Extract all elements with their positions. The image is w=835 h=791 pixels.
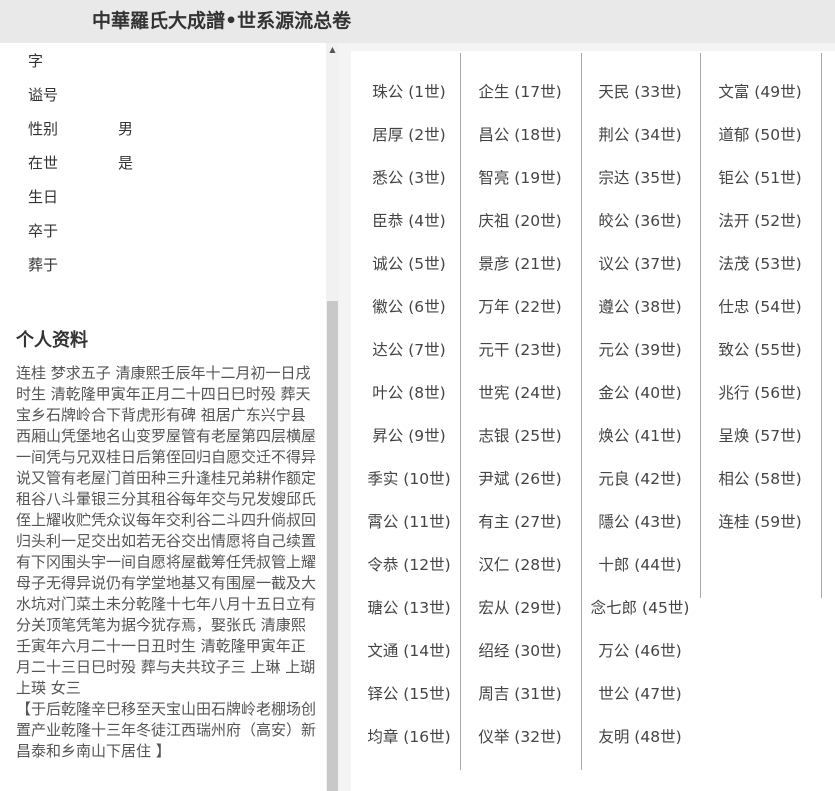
generation-link[interactable]: 令恭 (12世)	[349, 544, 469, 587]
generation-link[interactable]: 志银 (25世)	[460, 415, 580, 458]
generation-link[interactable]: 季实 (10世)	[349, 458, 469, 501]
generation-link[interactable]: 景彦 (21世)	[460, 243, 580, 286]
generation-link[interactable]: 荆公 (34世)	[580, 114, 700, 157]
info-row-shihao: 谥号	[28, 85, 228, 119]
generation-link[interactable]: 连桂 (59世)	[700, 501, 820, 544]
generation-link[interactable]: 万公 (46世)	[580, 630, 700, 673]
lineage-panel: 珠公 (1世) 居厚 (2世) 悉公 (3世) 臣恭 (4世) 诚公 (5世) …	[339, 43, 835, 791]
generation-link[interactable]: 居厚 (2世)	[349, 114, 469, 157]
generation-link[interactable]: 文通 (14世)	[349, 630, 469, 673]
profile-heading: 个人资料	[16, 330, 88, 351]
generation-link[interactable]: 昌公 (18世)	[460, 114, 580, 157]
generation-link[interactable]: 叶公 (8世)	[349, 372, 469, 415]
generation-link[interactable]: 霄公 (11世)	[349, 501, 469, 544]
generation-link[interactable]: 致公 (55世)	[700, 329, 820, 372]
generation-link[interactable]: 臣恭 (4世)	[349, 200, 469, 243]
generation-column-1: 珠公 (1世) 居厚 (2世) 悉公 (3世) 臣恭 (4世) 诚公 (5世) …	[349, 71, 469, 759]
generation-link[interactable]: 遵公 (38世)	[580, 286, 700, 329]
generation-link[interactable]: 焕公 (41世)	[580, 415, 700, 458]
generation-link[interactable]: 呈焕 (57世)	[700, 415, 820, 458]
info-value: 是	[118, 154, 134, 172]
info-row-birthday: 生日	[28, 187, 228, 221]
generation-link[interactable]: 天民 (33世)	[580, 71, 700, 114]
generation-link[interactable]: 金公 (40世)	[580, 372, 700, 415]
generation-link[interactable]: 均章 (16世)	[349, 716, 469, 759]
info-list: 字 谥号 性别 男 在世 是 生日 卒于 葬于	[28, 51, 228, 289]
generation-link[interactable]: 议公 (37世)	[580, 243, 700, 286]
generation-link[interactable]: 汉仁 (28世)	[460, 544, 580, 587]
generation-link[interactable]: 友明 (48世)	[580, 716, 700, 759]
generation-link[interactable]: 法开 (52世)	[700, 200, 820, 243]
generation-column-3: 天民 (33世) 荆公 (34世) 宗达 (35世) 皎公 (36世) 议公 (…	[580, 71, 700, 759]
generation-link[interactable]: 诚公 (5世)	[349, 243, 469, 286]
generation-link[interactable]: 宗达 (35世)	[580, 157, 700, 200]
generation-link[interactable]: 兆行 (56世)	[700, 372, 820, 415]
generation-link[interactable]: 珠公 (1世)	[349, 71, 469, 114]
info-row-burial: 葬于	[28, 255, 228, 289]
generation-link[interactable]: 元良 (42世)	[580, 458, 700, 501]
generation-link[interactable]: 昇公 (9世)	[349, 415, 469, 458]
info-label: 生日	[28, 188, 59, 206]
generation-link[interactable]: 钜公 (51世)	[700, 157, 820, 200]
info-value: 男	[118, 120, 134, 138]
info-label: 性别	[28, 120, 59, 138]
generation-link[interactable]: 悉公 (3世)	[349, 157, 469, 200]
left-panel-scrollbar[interactable]: ▲	[326, 43, 339, 791]
generation-link[interactable]: 元干 (23世)	[460, 329, 580, 372]
generation-link[interactable]: 企生 (17世)	[460, 71, 580, 114]
generation-link[interactable]: 元公 (39世)	[580, 329, 700, 372]
scroll-up-arrow-icon[interactable]: ▲	[326, 43, 339, 57]
generation-column-4: 文富 (49世) 道郁 (50世) 钜公 (51世) 法开 (52世) 法茂 (…	[700, 71, 820, 544]
info-label: 字	[28, 52, 44, 70]
generation-column-2: 企生 (17世) 昌公 (18世) 智亮 (19世) 庆祖 (20世) 景彦 (…	[460, 71, 580, 759]
info-row-gender: 性别 男	[28, 119, 228, 153]
person-detail-panel: 字 谥号 性别 男 在世 是 生日 卒于 葬于 个人资料 连桂 梦求五子 清康熙…	[0, 43, 326, 791]
info-row-zi: 字	[28, 51, 228, 85]
generation-link[interactable]: 文富 (49世)	[700, 71, 820, 114]
page-title: 中華羅氏大成譜•世系源流总卷	[92, 10, 352, 32]
generation-link[interactable]: 铎公 (15世)	[349, 673, 469, 716]
profile-biography: 连桂 梦求五子 清康熙壬辰年十二月初一日戌时生 清乾隆甲寅年正月二十四日巳时殁 …	[16, 363, 316, 762]
generation-link[interactable]: 绍经 (30世)	[460, 630, 580, 673]
profile-note: 【于后乾隆辛巳移至天宝山田石牌岭老棚场创置产业乾隆十三年冬徒江西瑞州府（高安）新…	[16, 700, 317, 760]
generation-link[interactable]: 达公 (7世)	[349, 329, 469, 372]
generation-link[interactable]: 法茂 (53世)	[700, 243, 820, 286]
generation-link[interactable]: 仕忠 (54世)	[700, 286, 820, 329]
generation-link[interactable]: 皎公 (36世)	[580, 200, 700, 243]
generation-link[interactable]: 仪举 (32世)	[460, 716, 580, 759]
info-row-death: 卒于	[28, 221, 228, 255]
generation-link[interactable]: 世宪 (24世)	[460, 372, 580, 415]
info-label: 卒于	[28, 222, 59, 240]
header-bar: 中華羅氏大成譜•世系源流总卷	[0, 0, 835, 43]
info-row-alive: 在世 是	[28, 153, 228, 187]
generation-link[interactable]: 宏从 (29世)	[460, 587, 580, 630]
generation-link[interactable]: 万年 (22世)	[460, 286, 580, 329]
info-label: 葬于	[28, 256, 59, 274]
info-label: 谥号	[28, 86, 59, 104]
generation-link[interactable]: 瑭公 (13世)	[349, 587, 469, 630]
generation-link[interactable]: 念七郎 (45世)	[580, 587, 700, 630]
scroll-thumb[interactable]	[327, 301, 338, 791]
generation-link[interactable]: 尹斌 (26世)	[460, 458, 580, 501]
generation-link[interactable]: 相公 (58世)	[700, 458, 820, 501]
generation-link[interactable]: 十郎 (44世)	[580, 544, 700, 587]
generation-link[interactable]: 世公 (47世)	[580, 673, 700, 716]
info-label: 在世	[28, 154, 59, 172]
generation-link[interactable]: 道郁 (50世)	[700, 114, 820, 157]
generation-link[interactable]: 有主 (27世)	[460, 501, 580, 544]
generation-link[interactable]: 智亮 (19世)	[460, 157, 580, 200]
generation-link[interactable]: 庆祖 (20世)	[460, 200, 580, 243]
generation-link[interactable]: 隱公 (43世)	[580, 501, 700, 544]
generation-link[interactable]: 徽公 (6世)	[349, 286, 469, 329]
lineage-grid: 珠公 (1世) 居厚 (2世) 悉公 (3世) 臣恭 (4世) 诚公 (5世) …	[351, 51, 835, 791]
profile-text: 连桂 梦求五子 清康熙壬辰年十二月初一日戌时生 清乾隆甲寅年正月二十四日巳时殁 …	[16, 364, 317, 697]
generation-link[interactable]: 周吉 (31世)	[460, 673, 580, 716]
